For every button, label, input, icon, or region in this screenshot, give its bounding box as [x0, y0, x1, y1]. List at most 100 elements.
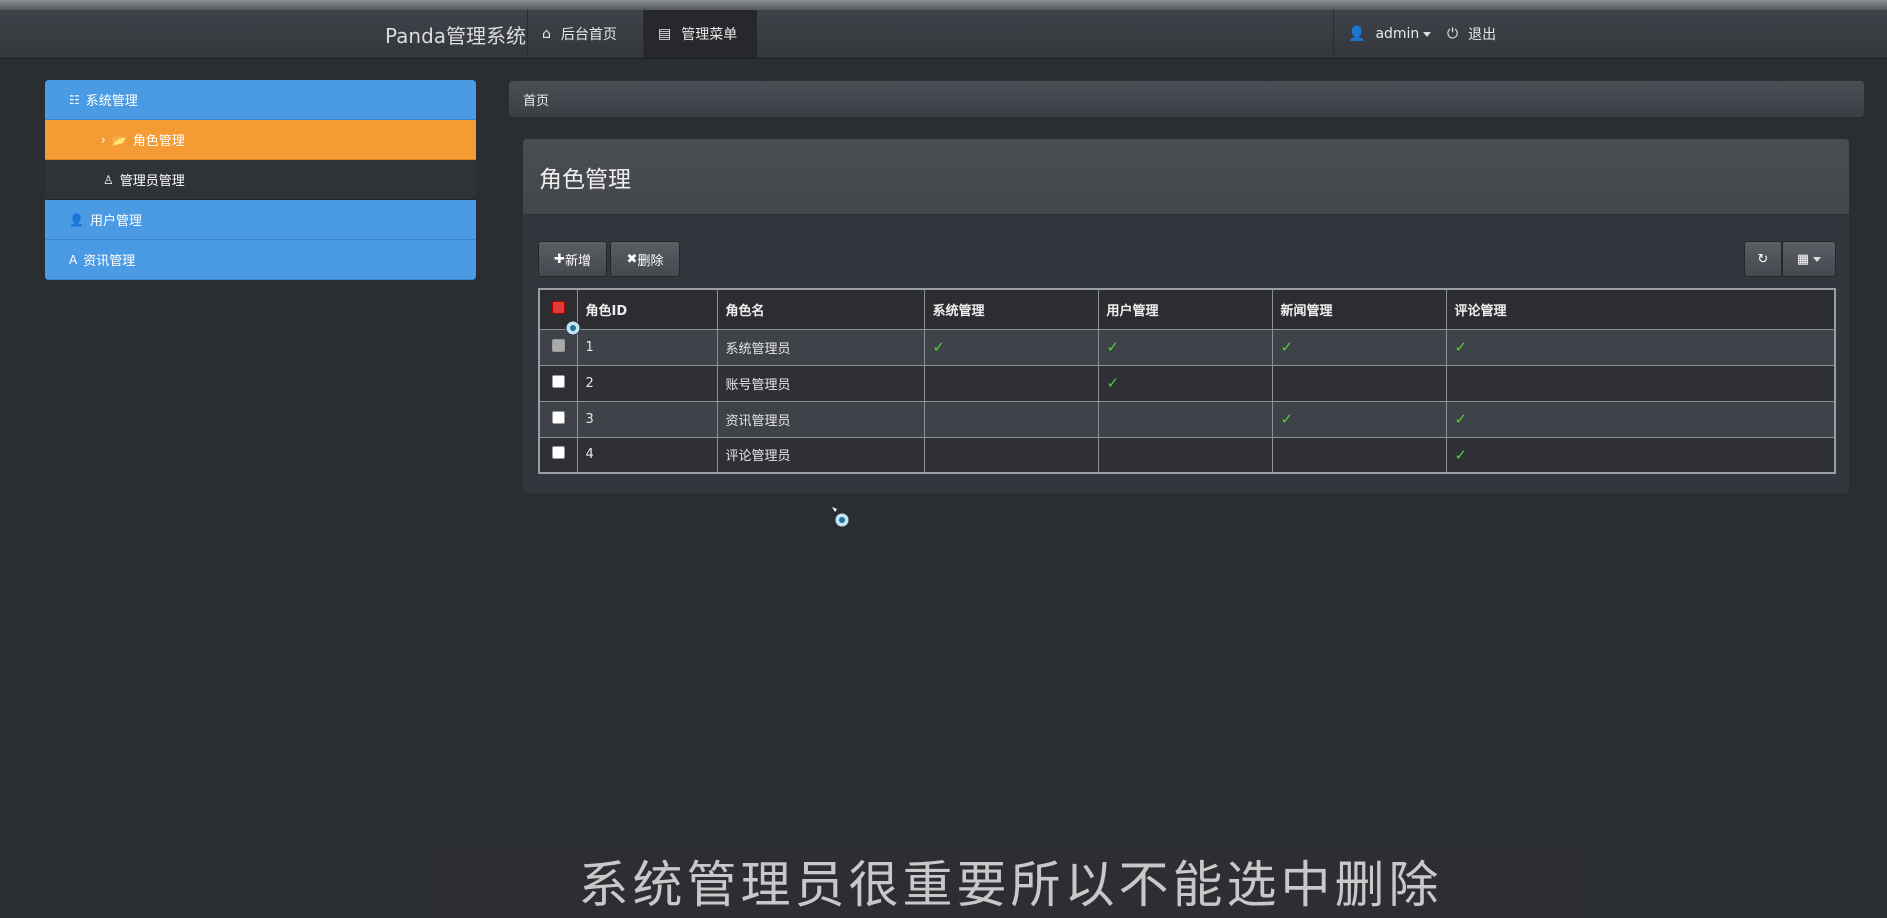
- sidebar-item-label: 管理员管理: [119, 174, 185, 189]
- check-icon: ✓: [1280, 338, 1294, 356]
- check-icon: ✓: [1454, 338, 1468, 356]
- row-checkbox: [551, 338, 565, 352]
- chevron-down-icon: [1813, 256, 1822, 262]
- nav-menu-label: 管理菜单: [681, 27, 738, 43]
- sidebar-item-users[interactable]: 👤 用户管理: [45, 200, 476, 240]
- permission-cell: ✓: [1271, 400, 1447, 438]
- user-name: admin: [1375, 26, 1420, 42]
- role-name-cell: 资讯管理员: [716, 400, 925, 438]
- breadcrumb: 首页: [509, 81, 1864, 117]
- nav-menu-link[interactable]: ▤ 管理菜单: [643, 10, 757, 58]
- column-header[interactable]: 系统管理: [923, 288, 1099, 330]
- column-header[interactable]: 角色ID: [576, 288, 718, 330]
- select-all-checkbox[interactable]: [551, 300, 565, 314]
- font-icon: A: [69, 252, 78, 267]
- column-header[interactable]: 新闻管理: [1271, 288, 1447, 330]
- check-icon: ✓: [1454, 410, 1468, 428]
- admin-icon: ♙: [103, 172, 114, 187]
- sidebar-item-label: 资讯管理: [83, 254, 136, 269]
- permission-cell: [923, 364, 1099, 402]
- table-row[interactable]: 3 资讯管理员 ✓ ✓: [538, 400, 1836, 438]
- row-select-cell: [538, 436, 578, 474]
- user-dropdown[interactable]: 👤 admin: [1333, 10, 1433, 58]
- add-button[interactable]: ✚ 新增: [538, 241, 607, 277]
- permission-cell: ✓: [1097, 364, 1273, 402]
- sidebar-item-system[interactable]: ☷ 系统管理: [45, 80, 476, 120]
- check-icon: ✓: [1454, 445, 1468, 464]
- sidebar-item-label: 系统管理: [85, 94, 138, 109]
- columns-button[interactable]: ▦: [1782, 241, 1836, 277]
- sidebar-item-news[interactable]: A 资讯管理: [45, 240, 476, 280]
- row-select-cell: [538, 400, 578, 438]
- table-row[interactable]: 1 系统管理员 ✓ ✓ ✓ ✓: [538, 328, 1836, 366]
- role-id-cell: 4: [576, 436, 718, 474]
- close-icon: ✖: [626, 251, 638, 267]
- check-icon: ✓: [932, 338, 946, 356]
- permission-cell: [923, 400, 1099, 438]
- sidebar-item-label: 角色管理: [132, 134, 185, 149]
- permission-cell: [1271, 364, 1447, 402]
- row-checkbox[interactable]: [551, 374, 565, 388]
- plus-icon: ✚: [554, 251, 565, 267]
- check-icon: ✓: [1106, 338, 1120, 356]
- chevron-down-icon: [1423, 31, 1432, 37]
- role-id-cell: 1: [576, 328, 718, 366]
- role-name-cell: 评论管理员: [716, 436, 925, 474]
- list-icon: ▤: [658, 26, 672, 42]
- permission-cell: [923, 436, 1099, 474]
- mouse-cursor-icon: [565, 320, 581, 336]
- column-header[interactable]: 评论管理: [1445, 288, 1836, 330]
- table-row[interactable]: 4 评论管理员 ✓: [538, 436, 1836, 474]
- refresh-button[interactable]: ↻: [1744, 241, 1782, 277]
- check-icon: ✓: [1106, 374, 1120, 392]
- brand-title[interactable]: Panda管理系统: [385, 20, 526, 49]
- table-icon: ☷: [69, 92, 80, 107]
- panel-header: 角色管理: [523, 139, 1849, 215]
- permission-cell: [1445, 364, 1836, 402]
- sidebar-item-label: 用户管理: [89, 214, 142, 229]
- permission-cell: ✓: [1271, 328, 1447, 366]
- page-title: 角色管理: [539, 166, 631, 193]
- add-button-label: 新增: [564, 253, 591, 269]
- sidebar-item-admins[interactable]: ♙ 管理员管理: [45, 160, 476, 200]
- role-id-cell: 2: [576, 364, 718, 402]
- window-top-edge: [0, 0, 1887, 10]
- home-icon: ⌂: [542, 26, 551, 42]
- role-id-cell: 3: [576, 400, 718, 438]
- logout-label: 退出: [1468, 27, 1497, 43]
- delete-button-label: 删除: [637, 253, 664, 269]
- sidebar: ☷ 系统管理 › 📂 角色管理 ♙ 管理员管理 👤 用户管理 A 资讯管理: [45, 80, 476, 280]
- breadcrumb-home[interactable]: 首页: [523, 90, 549, 109]
- permission-cell: [1097, 400, 1273, 438]
- roles-table: 角色ID 角色名 系统管理 用户管理 新闻管理 评论管理 1 系统管理员 ✓ ✓ ✓ ✓ 2…: [538, 288, 1836, 474]
- user-icon: 👤: [1348, 26, 1366, 42]
- row-checkbox[interactable]: [551, 446, 565, 460]
- sidebar-item-roles[interactable]: › 📂 角色管理: [45, 120, 476, 160]
- top-navbar: Panda管理系统 ⌂ 后台首页 ▤ 管理菜单 👤 admin ⏻ 退出: [0, 0, 1887, 59]
- column-header[interactable]: 用户管理: [1097, 288, 1273, 330]
- delete-button[interactable]: ✖ 删除: [610, 241, 680, 277]
- nav-home-link[interactable]: ⌂ 后台首页: [527, 10, 643, 58]
- permission-cell: ✓: [923, 328, 1099, 366]
- permission-cell: ✓: [1097, 328, 1273, 366]
- chevron-right-icon: ›: [101, 132, 106, 147]
- mouse-cursor-icon: [832, 507, 850, 528]
- role-name-cell: 账号管理员: [716, 364, 925, 402]
- column-header[interactable]: 角色名: [716, 288, 925, 330]
- table-row[interactable]: 2 账号管理员 ✓: [538, 364, 1836, 402]
- permission-cell: [1097, 436, 1273, 474]
- row-checkbox[interactable]: [551, 410, 565, 424]
- role-name-cell: 系统管理员: [716, 328, 925, 366]
- permission-cell: ✓: [1445, 400, 1836, 438]
- permission-cell: [1271, 436, 1447, 474]
- folder-open-icon: 📂: [111, 132, 127, 147]
- power-icon: ⏻: [1447, 26, 1459, 42]
- check-icon: ✓: [1280, 410, 1294, 428]
- nav-home-label: 后台首页: [560, 27, 617, 43]
- video-subtitle: 系统管理员很重要所以不能选中删除: [433, 844, 1588, 918]
- grid-icon: ▦: [1796, 251, 1810, 267]
- row-select-cell: [538, 364, 578, 402]
- logout-link[interactable]: ⏻ 退出: [1433, 10, 1523, 58]
- permission-cell: ✓: [1445, 328, 1836, 366]
- table-header-row: 角色ID 角色名 系统管理 用户管理 新闻管理 评论管理: [538, 288, 1836, 330]
